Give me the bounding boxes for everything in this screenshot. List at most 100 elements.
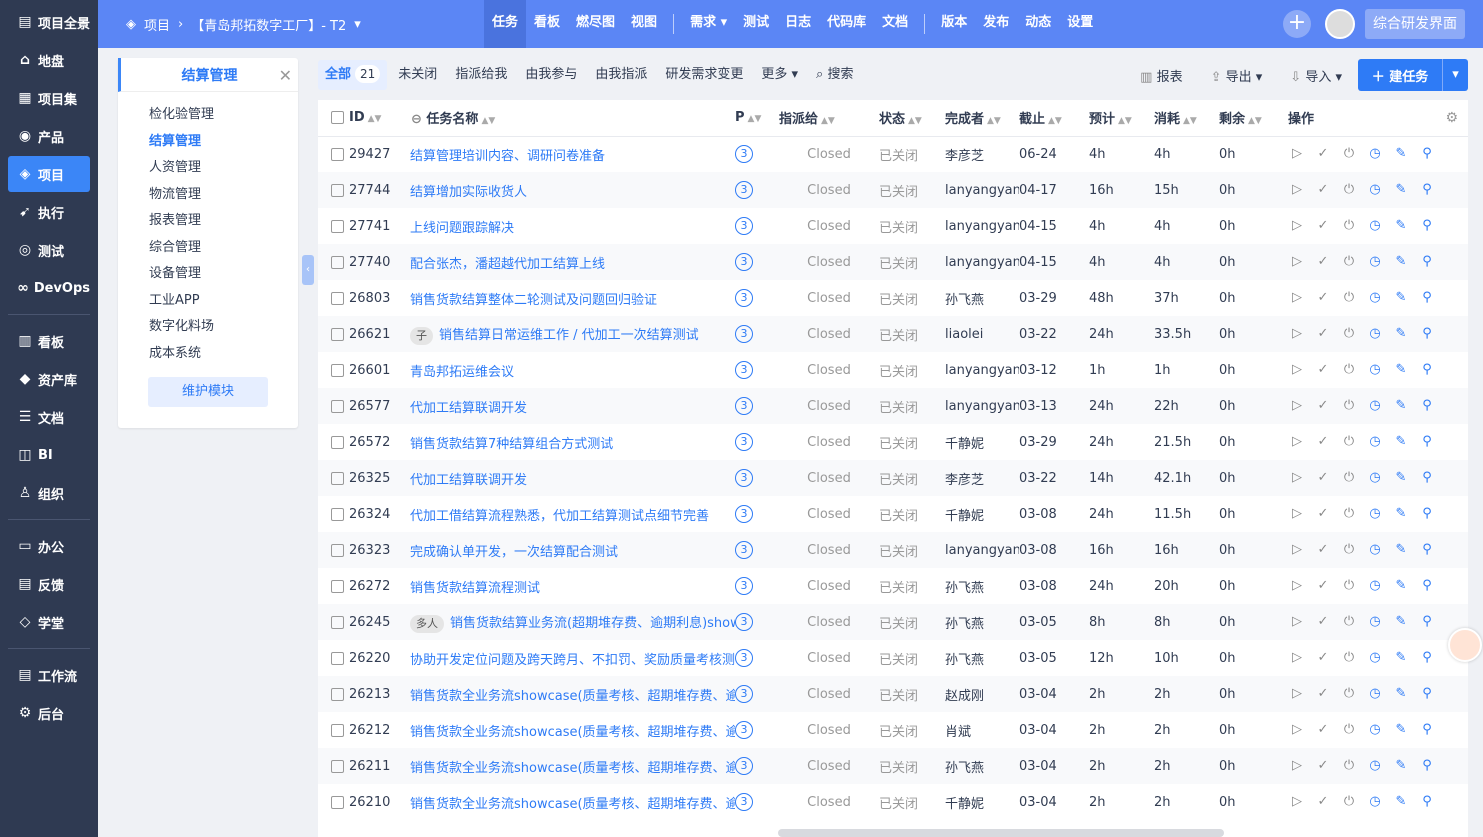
batch-create-icon[interactable]: ⚲: [1418, 145, 1436, 163]
edit-icon[interactable]: ✎: [1392, 181, 1410, 199]
batch-create-icon[interactable]: ⚲: [1418, 325, 1436, 343]
tab-item[interactable]: 文档: [874, 0, 916, 48]
close-task-icon[interactable]: ⏻: [1340, 613, 1358, 631]
module-item[interactable]: 结算管理: [149, 129, 298, 156]
row-checkbox[interactable]: [331, 291, 344, 305]
start-icon[interactable]: ▷: [1288, 433, 1306, 451]
assigned-to[interactable]: Closed: [779, 568, 879, 604]
export-button[interactable]: ⇪ 导出 ▾: [1211, 66, 1263, 85]
table-row[interactable]: 26245 多人 销售货款结算业务流(超期堆存费、逾期利息)show 3 Closed 已…: [318, 604, 1468, 640]
nav-item-kanban[interactable]: ▥ 看板: [8, 323, 90, 359]
edit-icon[interactable]: ✎: [1392, 397, 1410, 415]
filter-tab[interactable]: 更多 ▾: [754, 60, 805, 90]
record-hours-icon[interactable]: ◷: [1366, 469, 1384, 487]
row-checkbox[interactable]: [331, 687, 344, 701]
batch-create-icon[interactable]: ⚲: [1418, 613, 1436, 631]
column-header[interactable]: 剩余 ▲▼: [1219, 100, 1288, 137]
edit-icon[interactable]: ✎: [1392, 469, 1410, 487]
record-hours-icon[interactable]: ◷: [1366, 685, 1384, 703]
edit-icon[interactable]: ✎: [1392, 253, 1410, 271]
record-hours-icon[interactable]: ◷: [1366, 505, 1384, 523]
start-icon[interactable]: ▷: [1288, 721, 1306, 739]
nav-item-admin[interactable]: ⚙ 后台: [8, 695, 90, 731]
start-icon[interactable]: ▷: [1288, 145, 1306, 163]
task-name-link[interactable]: 销售货款结算7种结算组合方式测试: [410, 437, 613, 452]
row-checkbox[interactable]: [331, 147, 344, 161]
filter-tab[interactable]: 全部 21: [318, 60, 388, 90]
nav-item-devops[interactable]: ∞ DevOps: [8, 270, 90, 306]
nav-item-school[interactable]: ◇ 学堂: [8, 604, 90, 640]
edit-icon[interactable]: ✎: [1392, 505, 1410, 523]
user-avatar[interactable]: [1325, 9, 1355, 39]
batch-create-icon[interactable]: ⚲: [1418, 289, 1436, 307]
module-item[interactable]: 设备管理: [149, 261, 298, 288]
row-checkbox[interactable]: [331, 219, 344, 233]
collapse-all-icon[interactable]: ⊖: [411, 112, 426, 127]
table-row[interactable]: 26572 销售货款结算7种结算组合方式测试 3 Closed 已关闭 千静妮 03-29 2…: [318, 424, 1468, 460]
breadcrumb-root[interactable]: 项目: [144, 15, 170, 34]
finish-icon[interactable]: ✓: [1314, 181, 1332, 199]
close-task-icon[interactable]: ⏻: [1340, 397, 1358, 415]
batch-create-icon[interactable]: ⚲: [1418, 757, 1436, 775]
assigned-to[interactable]: Closed: [779, 460, 879, 496]
sort-icon[interactable]: ▲▼: [821, 116, 835, 126]
edit-icon[interactable]: ✎: [1392, 145, 1410, 163]
nav-item-project-overview[interactable]: ▤ 项目全景: [8, 4, 90, 40]
finish-icon[interactable]: ✓: [1314, 145, 1332, 163]
sort-icon[interactable]: ▲▼: [1118, 116, 1132, 126]
close-task-icon[interactable]: ⏻: [1340, 505, 1358, 523]
start-icon[interactable]: ▷: [1288, 793, 1306, 811]
assigned-to[interactable]: Closed: [779, 676, 879, 712]
assigned-to[interactable]: Closed: [779, 424, 879, 460]
task-name-link[interactable]: 销售货款结算流程测试: [410, 581, 540, 596]
record-hours-icon[interactable]: ◷: [1366, 361, 1384, 379]
task-name-link[interactable]: 代加工借结算流程熟悉，代加工结算测试点细节完善: [410, 509, 709, 524]
filter-tab[interactable]: 由我指派: [588, 60, 654, 90]
table-row[interactable]: 26803 销售货款结算整体二轮测试及问题回归验证 3 Closed 已关闭 孙飞燕 03-…: [318, 280, 1468, 316]
record-hours-icon[interactable]: ◷: [1366, 181, 1384, 199]
edit-icon[interactable]: ✎: [1392, 289, 1410, 307]
table-row[interactable]: 26601 青岛邦拓运维会议 3 Closed 已关闭 lanyangyan 03-12 1h…: [318, 352, 1468, 388]
assigned-to[interactable]: Closed: [779, 640, 879, 676]
row-checkbox[interactable]: [331, 759, 344, 773]
nav-item-project-set[interactable]: ▦ 项目集: [8, 80, 90, 116]
module-item[interactable]: 工业APP: [149, 288, 298, 315]
select-all-checkbox[interactable]: [331, 111, 344, 125]
start-icon[interactable]: ▷: [1288, 397, 1306, 415]
sort-icon[interactable]: ▲▼: [1048, 116, 1062, 126]
module-item[interactable]: 物流管理: [149, 182, 298, 209]
table-settings-gear-icon[interactable]: ⚙: [1445, 110, 1458, 126]
horizontal-scrollbar[interactable]: [778, 829, 1224, 837]
edit-icon[interactable]: ✎: [1392, 721, 1410, 739]
table-row[interactable]: 26323 完成确认单开发，一次结算配合测试 3 Closed 已关闭 lanyangya…: [318, 532, 1468, 568]
record-hours-icon[interactable]: ◷: [1366, 793, 1384, 811]
sort-icon[interactable]: ▲▼: [368, 114, 382, 124]
tab-item[interactable]: 日志: [777, 0, 819, 48]
close-task-icon[interactable]: ⏻: [1340, 649, 1358, 667]
chevron-down-icon[interactable]: ▾: [1442, 59, 1468, 91]
column-header[interactable]: 预计 ▲▼: [1089, 100, 1154, 137]
table-row[interactable]: 29427 结算管理培训内容、调研问卷准备 3 Closed 已关闭 李彦芝 06-24 4h…: [318, 136, 1468, 172]
batch-create-icon[interactable]: ⚲: [1418, 577, 1436, 595]
task-name-link[interactable]: 完成确认单开发，一次结算配合测试: [410, 545, 618, 560]
finish-icon[interactable]: ✓: [1314, 541, 1332, 559]
filter-tab[interactable]: 由我参与: [518, 60, 584, 90]
tab-item[interactable]: 燃尽图: [568, 0, 623, 48]
batch-create-icon[interactable]: ⚲: [1418, 793, 1436, 811]
column-header[interactable]: ID ▲▼: [318, 100, 405, 137]
batch-create-icon[interactable]: ⚲: [1418, 181, 1436, 199]
row-checkbox[interactable]: [331, 795, 344, 809]
task-name-link[interactable]: 青岛邦拓运维会议: [410, 365, 514, 380]
assigned-to[interactable]: Closed: [779, 280, 879, 316]
finish-icon[interactable]: ✓: [1314, 793, 1332, 811]
record-hours-icon[interactable]: ◷: [1366, 577, 1384, 595]
assigned-to[interactable]: Closed: [779, 496, 879, 532]
table-row[interactable]: 26213 销售货款全业务流showcase(质量考核、超期堆存费、逾 3 Close…: [318, 676, 1468, 712]
batch-create-icon[interactable]: ⚲: [1418, 469, 1436, 487]
finish-icon[interactable]: ✓: [1314, 289, 1332, 307]
table-row[interactable]: 27741 上线问题跟踪解决 3 Closed 已关闭 lanyangyan 04-15 4h…: [318, 208, 1468, 244]
filter-tab[interactable]: 研发需求变更: [658, 60, 750, 90]
ui-switch-button[interactable]: 综合研发界面: [1365, 9, 1465, 39]
project-breadcrumb[interactable]: ◈ 项目 › 【青岛邦拓数字工厂】- T2 ▾: [126, 0, 369, 48]
tab-item[interactable]: 设置: [1059, 0, 1101, 48]
